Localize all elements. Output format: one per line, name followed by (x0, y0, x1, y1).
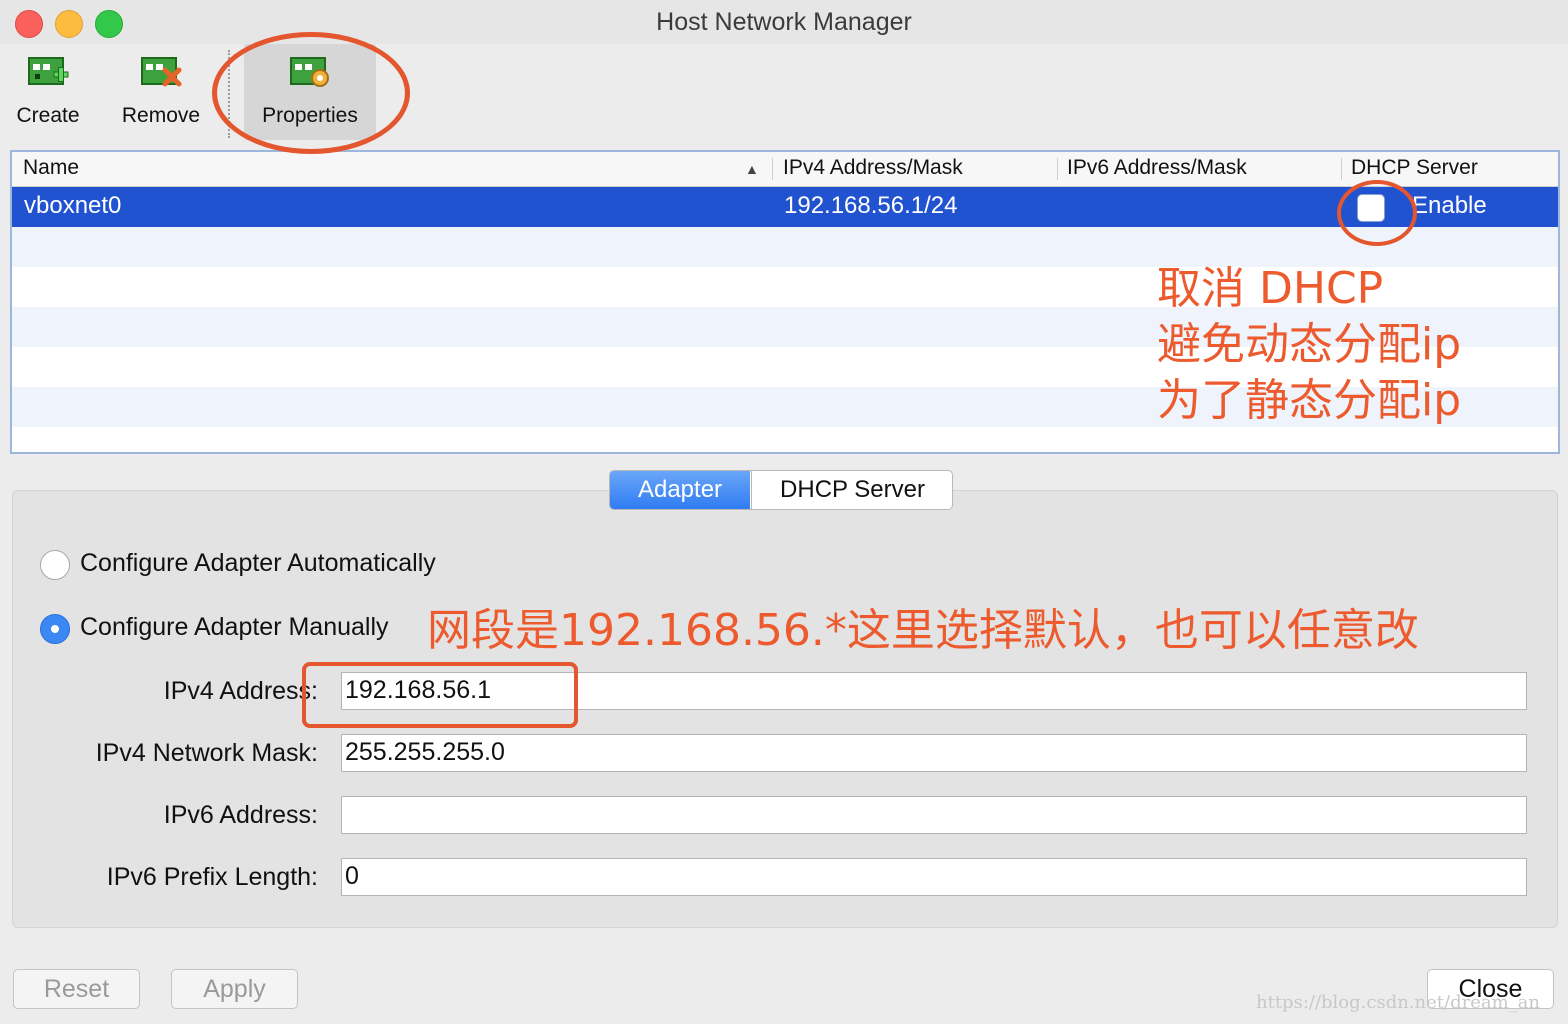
configure-auto-radio[interactable] (40, 550, 70, 580)
annotation-subnet-note: 网段是192.168.56.*这里选择默认，也可以任意改 (427, 605, 1419, 656)
column-header-ipv4[interactable]: IPv4 Address/Mask (783, 156, 963, 180)
sort-ascending-icon: ▲ (745, 161, 759, 177)
dhcp-enable-label: Enable (1412, 192, 1487, 219)
column-divider[interactable] (1341, 158, 1342, 180)
column-header-name[interactable]: Name (23, 156, 79, 180)
ipv4-mask-label: IPv4 Network Mask: (95, 739, 318, 767)
column-divider[interactable] (772, 158, 773, 180)
configure-manual-radio[interactable] (40, 614, 70, 644)
annotation-circle-properties (212, 32, 410, 154)
ipv6-address-field[interactable] (341, 796, 1527, 834)
column-header-dhcp[interactable]: DHCP Server (1351, 156, 1478, 180)
create-label: Create (16, 104, 80, 127)
ipv6-prefix-field[interactable]: 0 (341, 858, 1527, 896)
reset-button[interactable]: Reset (13, 969, 140, 1009)
remove-label: Remove (121, 104, 201, 127)
network-ipv4: 192.168.56.1/24 (784, 192, 958, 219)
window-title: Host Network Manager (656, 8, 912, 36)
annotation-circle-dhcp (1337, 180, 1417, 246)
ipv4-mask-field[interactable]: 255.255.255.0 (341, 734, 1527, 772)
watermark: https://blog.csdn.net/dream_an (1256, 992, 1540, 1013)
network-name: vboxnet0 (24, 192, 122, 219)
ipv4-address-label: IPv4 Address: (163, 677, 318, 705)
network-create-icon (28, 57, 69, 85)
ipv6-address-label: IPv6 Address: (163, 801, 318, 829)
table-header: Name ▲ IPv4 Address/Mask IPv6 Address/Ma… (12, 152, 1558, 187)
column-divider[interactable] (1057, 158, 1058, 180)
annotation-dhcp-note: 取消 DHCP 避免动态分配ip 为了静态分配ip (1157, 263, 1462, 426)
details-tabs: Adapter DHCP Server (609, 470, 953, 510)
column-header-ipv6[interactable]: IPv6 Address/Mask (1067, 156, 1247, 180)
tab-adapter[interactable]: Adapter (610, 471, 750, 509)
table-row[interactable]: vboxnet0 192.168.56.1/24 Enable (12, 187, 1558, 227)
title-bar: Host Network Manager (0, 0, 1568, 45)
remove-button[interactable]: Remove (112, 44, 210, 140)
network-remove-icon (141, 57, 182, 87)
configure-auto-label[interactable]: Configure Adapter Automatically (80, 549, 436, 578)
tab-dhcp-server[interactable]: DHCP Server (751, 471, 952, 509)
ipv6-prefix-label: IPv6 Prefix Length: (106, 863, 318, 891)
configure-manual-label[interactable]: Configure Adapter Manually (80, 613, 389, 642)
create-button[interactable]: Create (2, 44, 94, 140)
apply-button[interactable]: Apply (171, 969, 298, 1009)
annotation-box-ipv4 (302, 662, 578, 728)
